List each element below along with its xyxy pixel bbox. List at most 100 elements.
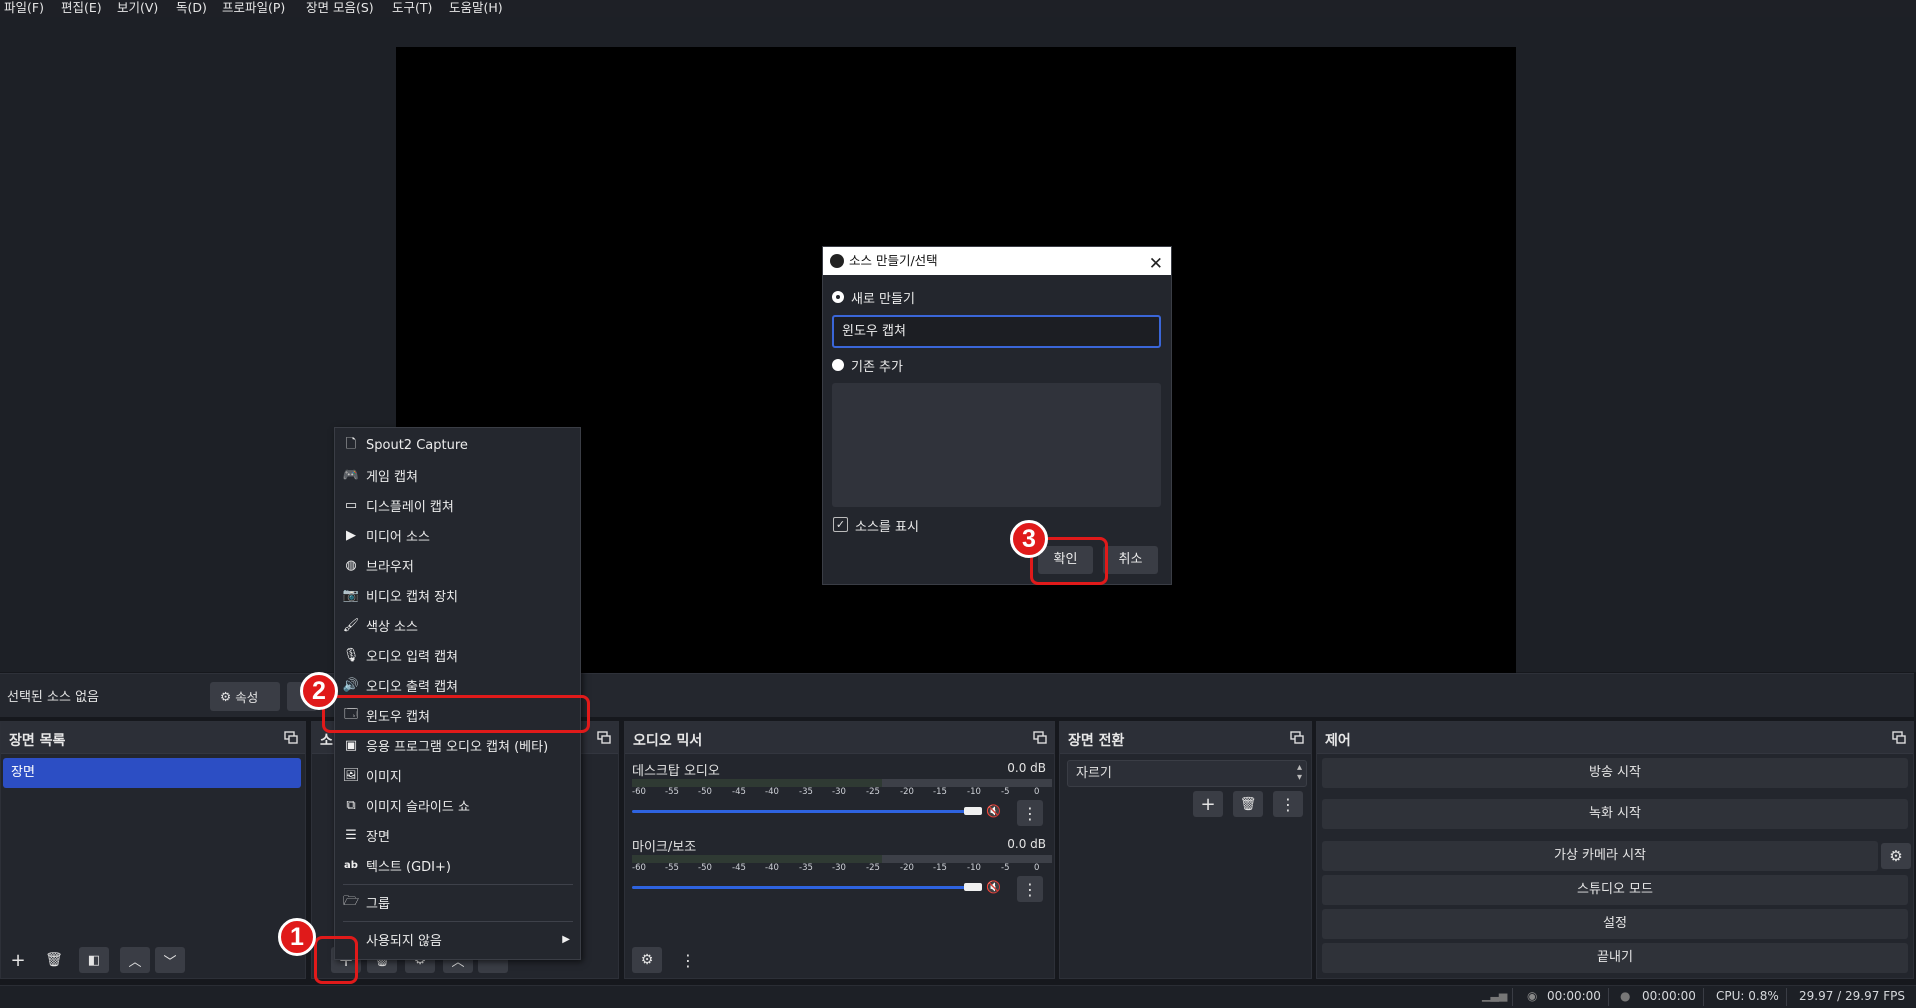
add-transition-button[interactable]: + (1193, 791, 1223, 817)
chevron-up-icon: ︿ (128, 954, 142, 970)
menu-item-spout2-capture[interactable]: 🗋 Spout2 Capture (335, 431, 580, 460)
scenes-dock: 장면 목록 장면 + 🗑 ◧ ︿ ﹀ (0, 721, 306, 979)
menu-item-text-gdi[interactable]: ab 텍스트 (GDI+) (335, 851, 580, 880)
settings-button[interactable]: 설정 (1322, 909, 1908, 939)
controls-dock-header: 제어 (1317, 722, 1913, 754)
image-icon: 🖼 (342, 768, 360, 783)
controls-dock-title: 제어 (1325, 733, 1351, 749)
highlight-window-capture (322, 695, 590, 733)
studio-mode-button[interactable]: 스튜디오 모드 (1322, 875, 1908, 905)
source-toolbar: 선택된 소스 없음 ⚙ 속성 (0, 673, 1914, 717)
mic-aux-menu-button[interactable]: ⋮ (1017, 876, 1043, 902)
muted-speaker-icon[interactable]: 🔇 (986, 804, 1001, 818)
transition-menu-button[interactable]: ⋮ (1273, 791, 1303, 817)
dialog-title: 소스 만들기/선택 (849, 253, 938, 268)
desktop-audio-menu-button[interactable]: ⋮ (1017, 800, 1043, 826)
signal-bars-icon: ▁▃▅ (1482, 989, 1508, 1002)
step-badge-2: 2 (300, 672, 338, 710)
virtual-camera-settings-button[interactable]: ⚙ (1881, 843, 1911, 869)
plus-icon: + (10, 949, 26, 971)
close-icon[interactable]: ✕ (1149, 250, 1163, 278)
stream-status-icon: ◉ (1527, 989, 1538, 1003)
trash-icon: 🗑 (1239, 796, 1257, 812)
file-icon: 🗋 (345, 436, 357, 452)
desktop-audio-volume-slider[interactable] (632, 810, 972, 813)
menu-docks[interactable]: 독(D) (176, 0, 207, 17)
menu-item-scene[interactable]: ☰ 장면 (335, 821, 580, 850)
menu-separator (343, 921, 573, 922)
controls-dock: 제어 방송 시작 녹화 시작 가상 카메라 시작 ⚙ 스튜디오 모드 설정 끝내… (1316, 721, 1914, 979)
desktop-audio-volume-handle[interactable] (964, 807, 982, 815)
menu-item-application-audio-capture[interactable]: ▣ 응용 프로그램 오디오 캡쳐 (베타) (335, 731, 580, 760)
remove-scene-button[interactable]: 🗑 (39, 947, 69, 973)
source-name-input[interactable]: 윈도우 캡쳐 (832, 315, 1161, 348)
audio-mixer-dock: 오디오 믹서 데스크탑 오디오 0.0 dB -60 -55 -50 -45 -… (624, 721, 1055, 979)
status-bar: ▁▃▅ ◉ 00:00:00 ● 00:00:00 CPU: 0.8% 29.9… (0, 985, 1916, 1008)
audio-mixer-dock-header: 오디오 믹서 (625, 722, 1054, 754)
menu-profile[interactable]: 프로파일(P) (222, 0, 285, 17)
mic-aux-volume-handle[interactable] (964, 883, 982, 891)
menu-item-media-source[interactable]: ▶ 미디어 소스 (335, 521, 580, 550)
start-virtual-camera-button[interactable]: 가상 카메라 시작 (1322, 841, 1878, 871)
make-visible-checkbox[interactable]: ✓ (833, 517, 848, 532)
mic-aux-scale: -60 -55 -50 -45 -40 -35 -30 -25 -20 -15 … (632, 863, 1040, 873)
menu-tools[interactable]: 도구(T) (392, 0, 432, 17)
menu-file[interactable]: 파일(F) (4, 0, 44, 17)
gear-icon: ⚙ (1889, 847, 1903, 865)
stream-time: 00:00:00 (1547, 989, 1601, 1003)
menu-item-image[interactable]: 🖼 이미지 (335, 761, 580, 790)
menu-item-display-capture[interactable]: ▭ 디스플레이 캡쳐 (335, 491, 580, 520)
menu-item-game-capture[interactable]: 🎮 게임 캡쳐 (335, 461, 580, 490)
scene-list-item[interactable]: 장면 (3, 758, 301, 788)
menu-edit[interactable]: 편집(E) (61, 0, 102, 17)
transitions-dock-title: 장면 전환 (1068, 733, 1125, 749)
exit-button[interactable]: 끝내기 (1322, 943, 1908, 973)
audio-mixer-menu-button[interactable]: ⋮ (673, 947, 703, 973)
audio-advanced-properties-button[interactable]: ⚙ (632, 947, 662, 973)
cancel-button[interactable]: 취소 (1103, 546, 1158, 574)
audio-mixer-dock-title: 오디오 믹서 (633, 733, 703, 749)
properties-button[interactable]: ⚙ 속성 (210, 682, 280, 711)
scene-filters-button[interactable]: ◧ (79, 947, 109, 973)
dialog-title-bar: 소스 만들기/선택 ✕ (823, 247, 1171, 275)
menu-separator (343, 884, 573, 885)
move-scene-down-button[interactable]: ﹀ (155, 947, 185, 973)
submenu-arrow-icon: ▶ (562, 934, 570, 945)
start-streaming-button[interactable]: 방송 시작 (1322, 758, 1908, 788)
add-source-context-menu: 🗋 Spout2 Capture 🎮 게임 캡쳐 ▭ 디스플레이 캡쳐 ▶ 미디어 소스… (334, 427, 581, 960)
record-status-icon: ● (1620, 989, 1631, 1003)
existing-sources-list[interactable] (832, 383, 1161, 507)
create-new-radio[interactable] (832, 291, 844, 303)
undock-icon[interactable] (1892, 731, 1906, 744)
muted-speaker-icon[interactable]: 🔇 (986, 880, 1001, 894)
menu-item-color-source[interactable]: 🖌 색상 소스 (335, 611, 580, 640)
menu-item-audio-input-capture[interactable]: 🎙 오디오 입력 캡쳐 (335, 641, 580, 670)
menu-item-image-slideshow[interactable]: ⧉ 이미지 슬라이드 쇼 (335, 791, 580, 820)
add-scene-button[interactable]: + (3, 947, 33, 973)
undock-icon[interactable] (284, 731, 298, 744)
scenes-dock-header: 장면 목록 (1, 722, 305, 754)
list-icon: ☰ (345, 828, 357, 843)
step-badge-3: 3 (1010, 520, 1048, 558)
menu-item-browser[interactable]: ◍ 브라우저 (335, 551, 580, 580)
undock-icon[interactable] (1033, 731, 1047, 744)
add-existing-radio[interactable] (832, 359, 844, 371)
move-scene-up-button[interactable]: ︿ (120, 947, 150, 973)
step-badge-1: 1 (278, 918, 316, 956)
transition-select[interactable]: 자르기 ▴ ▾ (1067, 760, 1307, 787)
gears-icon: ⚙ (640, 952, 654, 968)
undock-icon[interactable] (597, 731, 611, 744)
menu-item-video-capture-device[interactable]: 📷 비디오 캡쳐 장치 (335, 581, 580, 610)
menu-scene-collection[interactable]: 장면 모음(S) (306, 0, 374, 17)
undock-icon[interactable] (1290, 731, 1304, 744)
text-icon: ab (344, 860, 358, 871)
start-recording-button[interactable]: 녹화 시작 (1322, 799, 1908, 829)
menu-view[interactable]: 보기(V) (117, 0, 158, 17)
kebab-icon: ⋮ (1022, 879, 1038, 899)
menu-item-group[interactable]: 🗁 그룹 (335, 888, 580, 917)
menu-help[interactable]: 도움말(H) (449, 0, 503, 17)
menu-item-deprecated[interactable]: 사용되지 않음 ▶ (335, 925, 580, 954)
remove-transition-button[interactable]: 🗑 (1233, 791, 1263, 817)
mic-aux-volume-slider[interactable] (632, 886, 972, 889)
gamepad-icon: 🎮 (342, 468, 360, 483)
